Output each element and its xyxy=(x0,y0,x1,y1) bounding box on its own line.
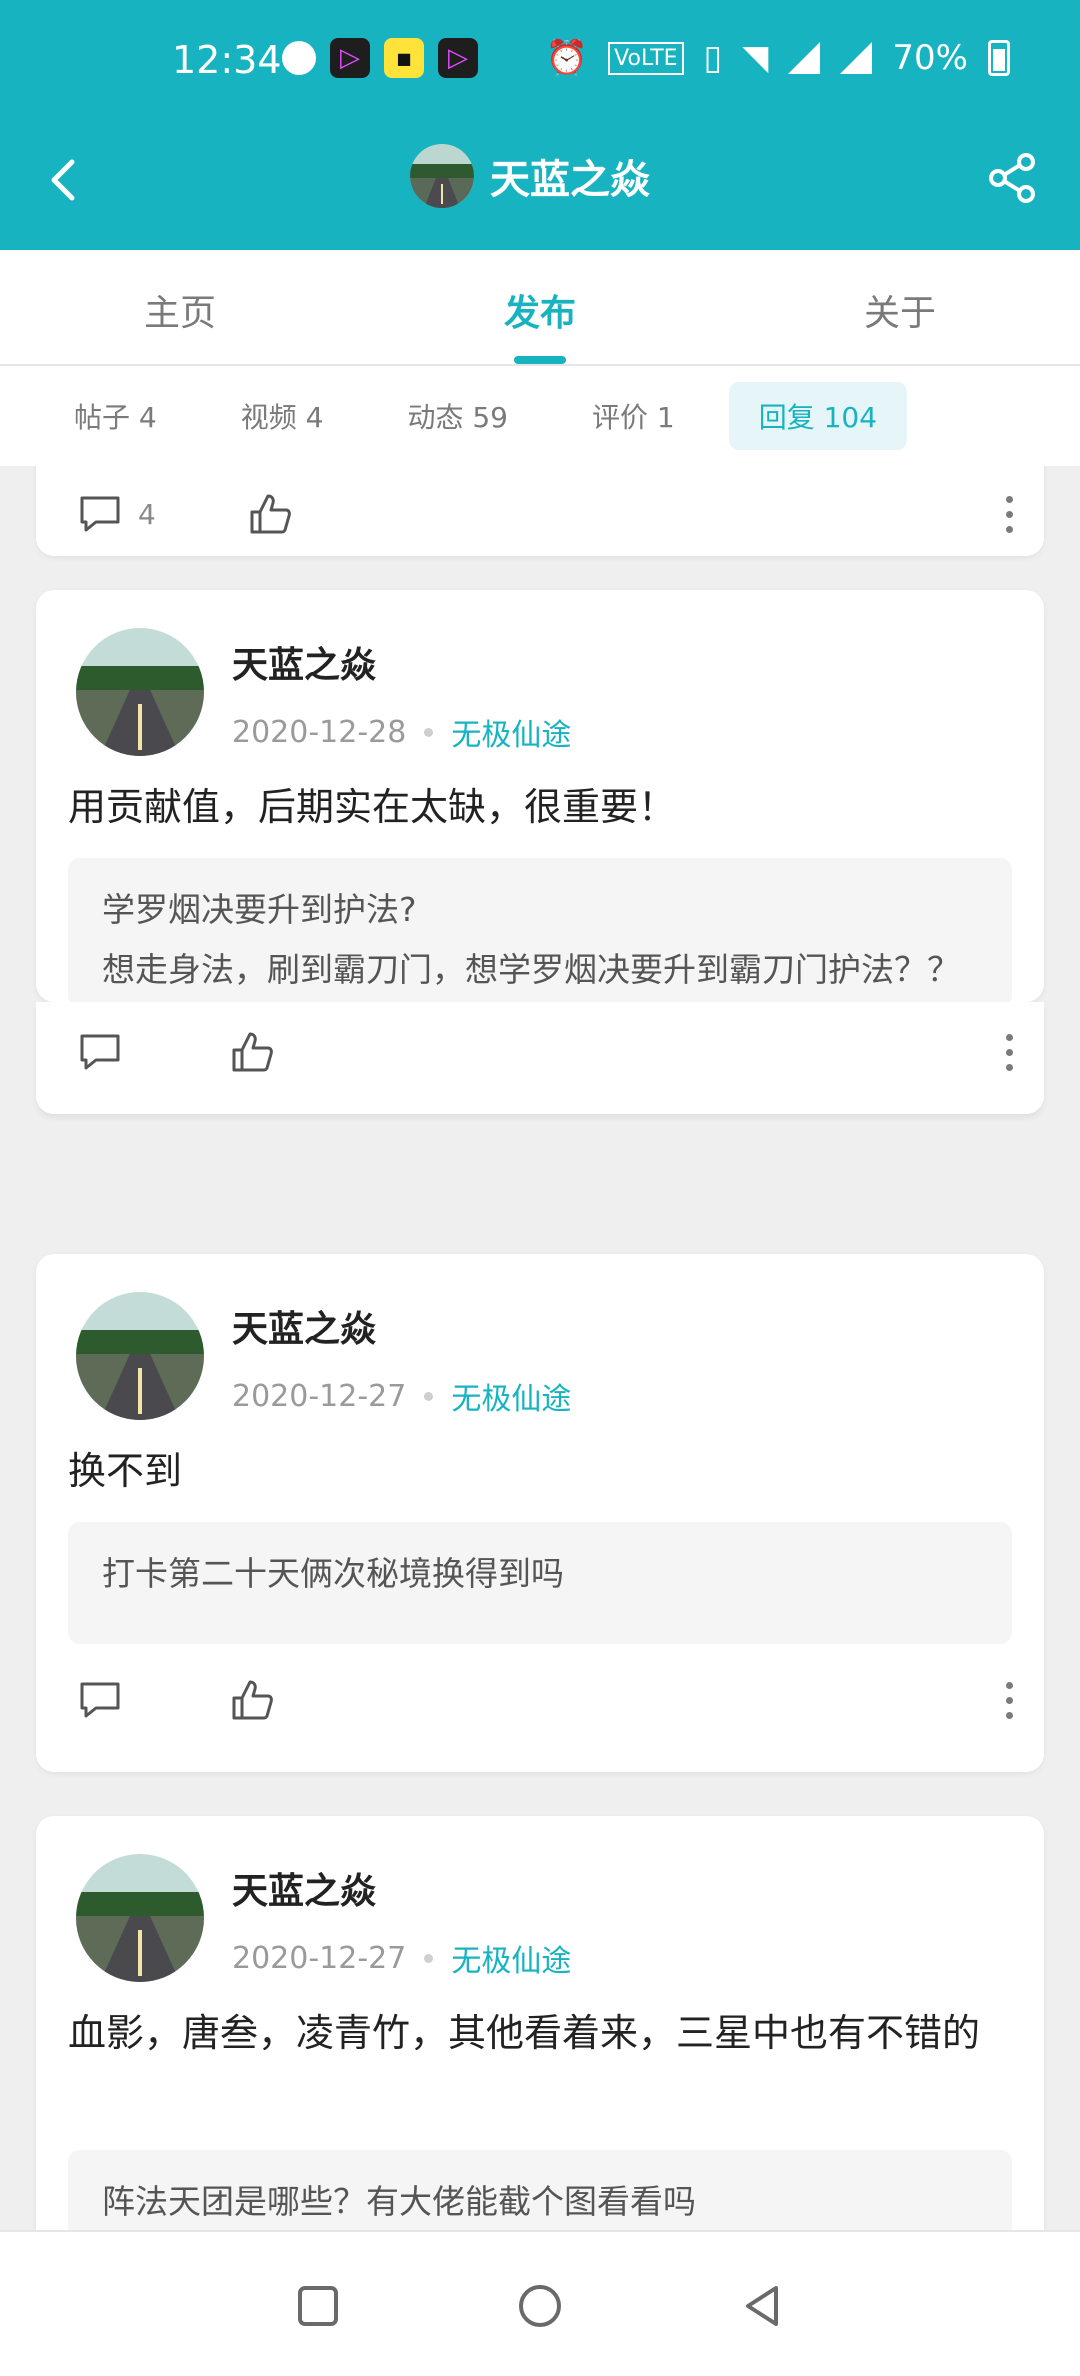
post-date: 2020-12-28 xyxy=(232,714,407,750)
header: 12:34 ▷ ■ ▷ ⏰ VoLTE ▯ ◥ 70% 天蓝之焱 xyxy=(0,0,1080,250)
tab-posts[interactable]: 发布 xyxy=(360,250,720,364)
yellow-app-icon: ■ xyxy=(384,38,424,78)
thumbs-up-icon[interactable] xyxy=(228,1676,276,1724)
globe-icon xyxy=(282,41,316,75)
battery-icon xyxy=(988,40,1010,76)
avatar[interactable] xyxy=(76,1292,204,1420)
volte-icon: VoLTE xyxy=(608,41,684,75)
separator-dot xyxy=(424,1953,434,1963)
page-title: 天蓝之焱 xyxy=(490,157,650,203)
card-actions xyxy=(76,1668,1014,1732)
signal-icon xyxy=(840,42,873,74)
reply-card: 天蓝之焱 2020-12-27 无极仙途 换不到 打卡第二十天俩次秘境换得到吗 xyxy=(36,1254,1044,1772)
author-name[interactable]: 天蓝之焱 xyxy=(232,636,571,688)
reply-feed[interactable]: 4 天蓝之焱 2020-12-28 无极仙途 用贡献值，后期实在太缺，很重要！ … xyxy=(0,466,1080,2230)
profile-title: 天蓝之焱 xyxy=(410,144,650,208)
avatar[interactable] xyxy=(76,1854,204,1982)
card-header: 天蓝之焱 2020-12-27 无极仙途 xyxy=(76,1292,571,1420)
wifi-icon: ◥ xyxy=(742,38,769,78)
more-options-icon[interactable] xyxy=(1004,1681,1014,1719)
home-icon[interactable] xyxy=(510,2276,570,2336)
card-actions xyxy=(76,1020,1014,1084)
avatar[interactable] xyxy=(76,628,204,756)
thumbs-up-icon[interactable] xyxy=(228,1028,276,1076)
game-tag[interactable]: 无极仙途 xyxy=(451,710,571,754)
separator-dot xyxy=(424,727,434,737)
reply-card: 天蓝之焱 2020-12-28 无极仙途 用贡献值，后期实在太缺，很重要！ 学罗… xyxy=(36,590,1044,1049)
game-tag[interactable]: 无极仙途 xyxy=(451,1374,571,1418)
subtab-moments[interactable]: 动态 59 xyxy=(377,382,538,450)
post-date: 2020-12-27 xyxy=(232,1940,407,1976)
card-actions: 4 xyxy=(76,482,1014,546)
system-nav-bar xyxy=(0,2230,1080,2376)
card-footer xyxy=(36,1002,1044,1114)
reply-content[interactable]: 用贡献值，后期实在太缺，很重要！ xyxy=(68,774,1012,840)
quoted-post[interactable]: 打卡第二十天俩次秘境换得到吗 xyxy=(68,1522,1012,1644)
more-options-icon[interactable] xyxy=(1004,495,1014,533)
notification-icons: ▷ ■ ▷ xyxy=(282,38,478,78)
vibrate-icon: ▯ xyxy=(703,38,723,78)
reply-card: 天蓝之焱 2020-12-27 无极仙途 血影，唐叁，凌青竹，其他看着来，三星中… xyxy=(36,1816,1044,2230)
comment-icon[interactable] xyxy=(76,1028,124,1076)
tab-about[interactable]: 关于 xyxy=(720,250,1080,364)
author-name[interactable]: 天蓝之焱 xyxy=(232,1862,571,1914)
reply-content[interactable]: 换不到 xyxy=(68,1438,1012,1504)
tab-home[interactable]: 主页 xyxy=(0,250,360,364)
author-name[interactable]: 天蓝之焱 xyxy=(232,1300,571,1352)
battery-percentage: 70% xyxy=(892,38,968,78)
chevron-left-icon[interactable] xyxy=(36,150,96,210)
status-bar: 12:34 ▷ ■ ▷ ⏰ VoLTE ▯ ◥ 70% xyxy=(0,0,1080,120)
avatar xyxy=(410,144,474,208)
reply-card: 4 xyxy=(36,466,1044,556)
sub-tabs: 帖子 4 视频 4 动态 59 评价 1 回复 104 xyxy=(0,366,1080,466)
subtab-videos[interactable]: 视频 4 xyxy=(211,382,354,450)
comment-icon[interactable] xyxy=(76,1676,124,1724)
video-app-icon: ▷ xyxy=(438,38,478,78)
reply-content[interactable]: 血影，唐叁，凌青竹，其他看着来，三星中也有不错的 xyxy=(68,2000,1012,2066)
status-time: 12:34 xyxy=(172,38,282,82)
back-icon[interactable] xyxy=(732,2276,792,2336)
share-icon[interactable] xyxy=(984,150,1040,206)
quoted-post[interactable]: 学罗烟决要升到护法? 想走身法，刷到霸刀门，想学罗烟决要升到霸刀门护法？？是不是… xyxy=(68,858,1012,1049)
more-options-icon[interactable] xyxy=(1004,1033,1014,1071)
separator-dot xyxy=(424,1391,434,1401)
system-icons: ⏰ VoLTE ▯ ◥ 70% xyxy=(546,38,1010,78)
thumbs-up-icon[interactable] xyxy=(246,490,294,538)
app-bar: 天蓝之焱 xyxy=(0,120,1080,250)
game-tag[interactable]: 无极仙途 xyxy=(451,1936,571,1980)
alarm-icon: ⏰ xyxy=(545,38,589,78)
subtab-posts[interactable]: 帖子 4 xyxy=(44,382,187,450)
card-header: 天蓝之焱 2020-12-27 无极仙途 xyxy=(76,1854,571,1982)
main-tabs: 主页 发布 关于 xyxy=(0,250,1080,366)
recent-apps-icon[interactable] xyxy=(288,2276,348,2336)
comment-icon[interactable] xyxy=(76,490,124,538)
post-date: 2020-12-27 xyxy=(232,1378,407,1414)
comment-count: 4 xyxy=(138,497,156,531)
signal-icon xyxy=(788,42,821,74)
quoted-post[interactable]: 阵法天团是哪些？有大佬能截个图看看吗 xyxy=(68,2150,1012,2230)
card-header: 天蓝之焱 2020-12-28 无极仙途 xyxy=(76,628,571,756)
subtab-reviews[interactable]: 评价 1 xyxy=(562,382,705,450)
video-app-icon: ▷ xyxy=(330,38,370,78)
subtab-replies[interactable]: 回复 104 xyxy=(728,382,908,450)
